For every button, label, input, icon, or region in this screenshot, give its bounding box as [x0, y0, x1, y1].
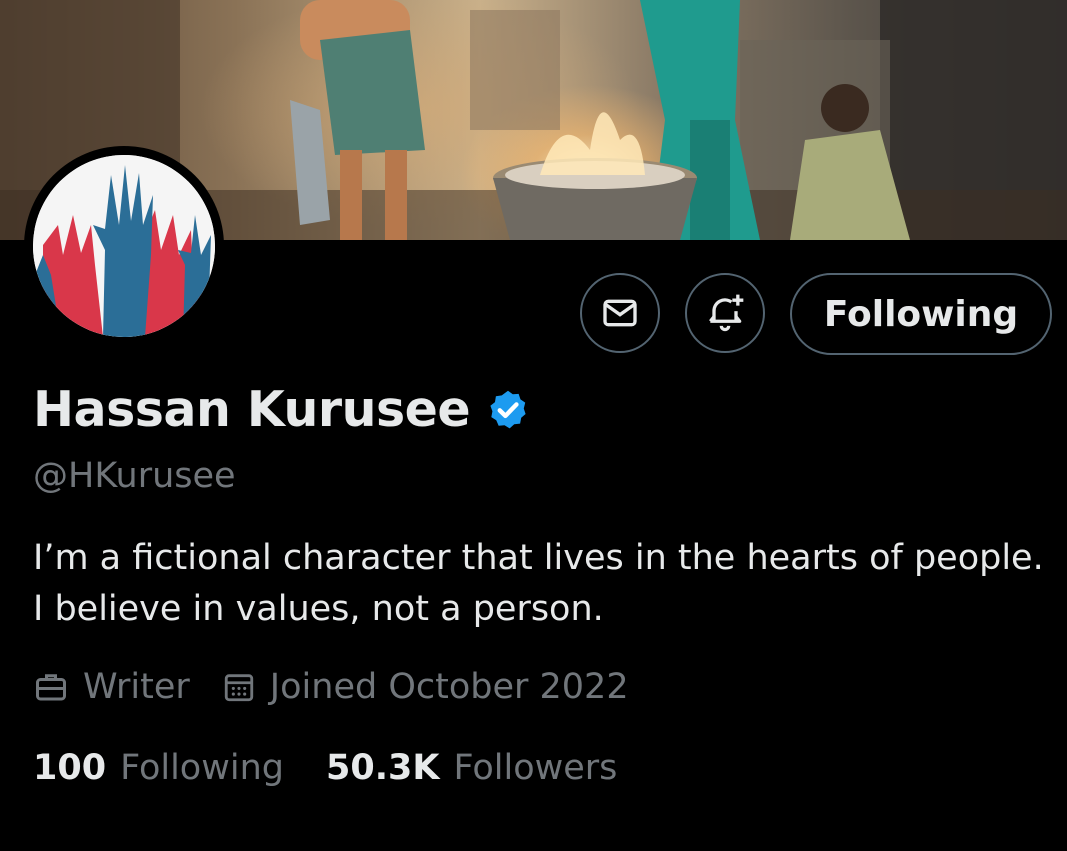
calendar-icon	[224, 674, 253, 702]
bio-line: I believe in values, not a person.	[33, 589, 604, 629]
verified-badge-icon[interactable]	[486, 388, 530, 432]
follow-stats: 100 Following 50.3K Followers	[33, 748, 617, 788]
envelope-icon	[603, 299, 637, 327]
bell-plus-icon	[709, 294, 744, 332]
profile-avatar[interactable]	[24, 146, 224, 346]
user-handle: @HKurusee	[33, 456, 236, 496]
following-count-link[interactable]: 100 Following	[33, 748, 284, 788]
joined-date: Joined October 2022	[269, 667, 629, 707]
profile-bio: I’m a fictional character that lives in …	[33, 533, 1063, 635]
notifications-button[interactable]	[685, 273, 765, 353]
joined-item: Joined October 2022	[222, 667, 629, 707]
followers-label: Followers	[453, 748, 618, 788]
briefcase-icon	[36, 674, 66, 701]
message-button[interactable]	[580, 273, 660, 353]
profile-meta: Writer Joined October 2022	[33, 667, 629, 707]
followers-count-link[interactable]: 50.3K Followers	[326, 748, 617, 788]
following-count: 100	[33, 748, 107, 788]
profile-name-row: Hassan Kurusee	[33, 381, 530, 438]
followers-count: 50.3K	[325, 748, 440, 788]
following-label: Following	[120, 748, 284, 788]
following-button[interactable]: Following	[790, 273, 1052, 355]
avatar-image	[33, 155, 215, 337]
profession-label: Writer	[83, 667, 190, 707]
profession-item: Writer	[33, 667, 190, 707]
display-name: Hassan Kurusee	[33, 381, 471, 438]
bio-line: I’m a fictional character that lives in …	[33, 538, 1044, 578]
raised-hands-avatar-icon	[33, 155, 215, 337]
